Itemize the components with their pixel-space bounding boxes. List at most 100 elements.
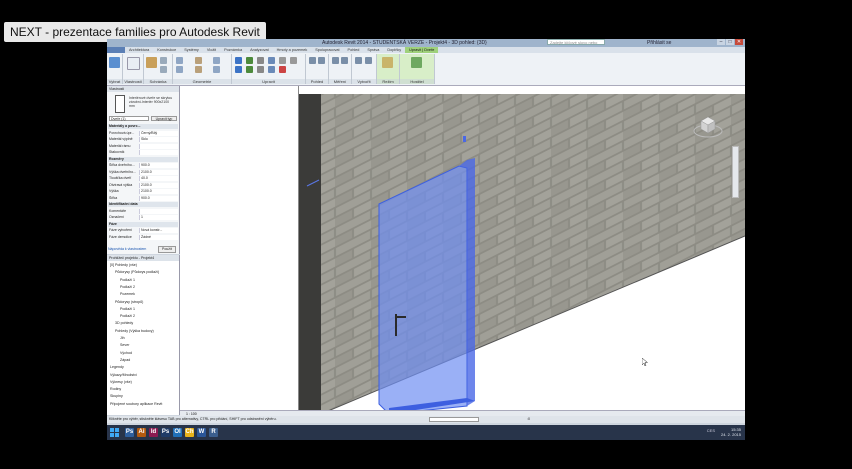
property-name: Povrchová úpr...	[109, 130, 135, 135]
property-group-header[interactable]: Rozměry	[108, 156, 178, 162]
browser-tree-item[interactable]: Pozemek	[120, 292, 135, 297]
taskbar-app-photoshop-2[interactable]: Ps	[161, 428, 170, 437]
property-value[interactable]: 2100.0	[139, 189, 178, 194]
property-value[interactable]: 900.0	[139, 195, 178, 201]
browser-tree-item[interactable]: Rodiny	[110, 387, 121, 392]
browser-tree-item[interactable]: Podlaží 2	[120, 285, 135, 290]
property-value[interactable]: Černý/Bílý	[139, 130, 178, 136]
tray-language[interactable]: CES	[707, 428, 715, 433]
view-canvas-3d[interactable]	[299, 86, 745, 414]
taskbar-app-revit[interactable]: R	[209, 428, 218, 437]
search-input[interactable]: Zadejte klíčové slovo nebo frázi	[547, 39, 605, 51]
property-value[interactable]	[139, 143, 178, 149]
browser-tree-item[interactable]: Podlaží 1	[120, 307, 135, 312]
taskbar-app-word[interactable]: W	[197, 428, 206, 437]
cut-icon[interactable]	[160, 57, 167, 64]
browser-tree-item[interactable]: Pohledy (Výška budovy)	[115, 329, 154, 334]
door-handle	[395, 314, 397, 336]
flip-control-icon[interactable]	[463, 136, 466, 142]
create-group-icon[interactable]	[365, 57, 372, 64]
browser-tree-item[interactable]: Jih	[120, 336, 125, 341]
browser-tree-item[interactable]: Legendy	[110, 365, 124, 370]
taskbar-app-illustrator[interactable]: Ai	[137, 428, 146, 437]
property-value[interactable]	[139, 150, 178, 155]
pin-icon[interactable]	[290, 57, 297, 64]
edit-family-icon[interactable]	[382, 57, 393, 68]
instance-filter[interactable]: Dveře (1)	[109, 116, 149, 121]
wall-join-icon[interactable]	[195, 66, 202, 73]
mirror-icon[interactable]	[257, 57, 264, 64]
modify-icon[interactable]	[109, 57, 120, 68]
property-value[interactable]	[139, 208, 178, 214]
cope-icon[interactable]	[176, 57, 183, 64]
properties-icon[interactable]	[127, 57, 140, 70]
taskbar-app-chrome[interactable]: Ch	[185, 428, 194, 437]
scale-icon[interactable]	[279, 57, 286, 64]
workset-dropdown[interactable]	[429, 417, 479, 422]
hide-icon[interactable]	[309, 57, 316, 64]
view-canvas-secondary[interactable]	[180, 86, 299, 414]
taskbar-app-outlook[interactable]: Ol	[173, 428, 182, 437]
offset-icon[interactable]	[246, 57, 253, 64]
browser-tree-item[interactable]: Západ	[120, 358, 130, 363]
apply-button[interactable]: Použít	[158, 246, 176, 253]
type-selector[interactable]: Interiérové dveře se skrytou zárubní-Int…	[129, 96, 175, 108]
property-value[interactable]: Nová konstr...	[139, 228, 178, 233]
navigation-bar[interactable]	[732, 146, 739, 198]
property-value[interactable]: 40.0	[139, 176, 178, 181]
create-similar-icon[interactable]	[355, 57, 362, 64]
viewcube-icon[interactable]	[693, 111, 723, 141]
property-value[interactable]: 2100.0	[139, 182, 178, 188]
browser-tree-item[interactable]: Skupiny	[110, 394, 123, 399]
properties-help-link[interactable]: Nápověda k vlastnostem	[108, 247, 146, 251]
delete-icon[interactable]	[279, 66, 286, 73]
property-value[interactable]: 2100.0	[139, 169, 178, 175]
property-group-header[interactable]: Materiály a povrc...	[108, 124, 178, 129]
array-icon[interactable]	[268, 66, 275, 73]
copy-icon[interactable]	[160, 66, 167, 73]
browser-tree-item[interactable]: 3D pohledy	[115, 321, 133, 326]
browser-tree-item[interactable]: Připojené soubory aplikace Revit	[110, 402, 162, 407]
join-icon[interactable]	[195, 57, 202, 64]
maximize-button[interactable]: □	[726, 39, 734, 45]
browser-tree-item[interactable]: Půdorysy (stropů)	[115, 300, 143, 305]
minimize-button[interactable]: –	[717, 39, 725, 45]
paint-icon[interactable]	[213, 66, 220, 73]
edit-type-button[interactable]: Upravit typ	[151, 116, 177, 121]
browser-tree-item[interactable]: Podlaží 1	[120, 278, 135, 283]
property-group-header[interactable]: Identifikační data	[108, 202, 178, 207]
browser-tree-item[interactable]: Půdorysy (Půdorys podlaží)	[115, 270, 159, 275]
dimension-icon[interactable]	[341, 57, 348, 64]
browser-tree-item[interactable]: Výkazy/Množství	[110, 373, 137, 378]
browser-tree-item[interactable]: Výkresy (vše)	[110, 380, 132, 385]
tray-clock[interactable]: 15:35 24. 2. 2015	[721, 427, 741, 437]
browser-tree-item[interactable]: [0] Pohledy (vše)	[110, 263, 137, 268]
move-icon[interactable]	[235, 66, 242, 73]
trim-icon[interactable]	[257, 66, 264, 73]
align-icon[interactable]	[235, 57, 242, 64]
split-face-icon[interactable]	[213, 57, 220, 64]
status-bar: Klikněte pro výběr, stiskněte klávesu TA…	[107, 416, 745, 423]
browser-tree-item[interactable]: Sever	[120, 343, 129, 348]
rotate-icon[interactable]	[246, 66, 253, 73]
property-value[interactable]: 1	[139, 215, 178, 220]
measure-icon[interactable]	[332, 57, 339, 64]
cut-geometry-icon[interactable]	[176, 66, 183, 73]
door-selection[interactable]	[378, 165, 468, 414]
override-icon[interactable]	[318, 57, 325, 64]
browser-tree-item[interactable]: Východ	[120, 351, 132, 356]
property-value[interactable]: Sklo	[139, 137, 178, 142]
property-group-header[interactable]: Fáze	[108, 221, 178, 227]
login-link[interactable]: Přihlásit se	[647, 40, 671, 46]
taskbar-app-photoshop[interactable]: Ps	[125, 428, 134, 437]
property-value[interactable]: Žádné	[139, 234, 178, 240]
browser-tree-item[interactable]: Podlaží 2	[120, 314, 135, 319]
windows-start-icon[interactable]	[110, 428, 119, 437]
taskbar-app-indesign[interactable]: Id	[149, 428, 158, 437]
property-value[interactable]: 900.0	[139, 163, 178, 168]
project-browser: Prohlížeč projektu - Projekt4 [0] Pohled…	[107, 255, 180, 415]
paste-icon[interactable]	[146, 57, 157, 68]
split-icon[interactable]	[268, 57, 275, 64]
pick-new-host-icon[interactable]	[411, 57, 422, 68]
close-button[interactable]: ✕	[735, 39, 743, 45]
